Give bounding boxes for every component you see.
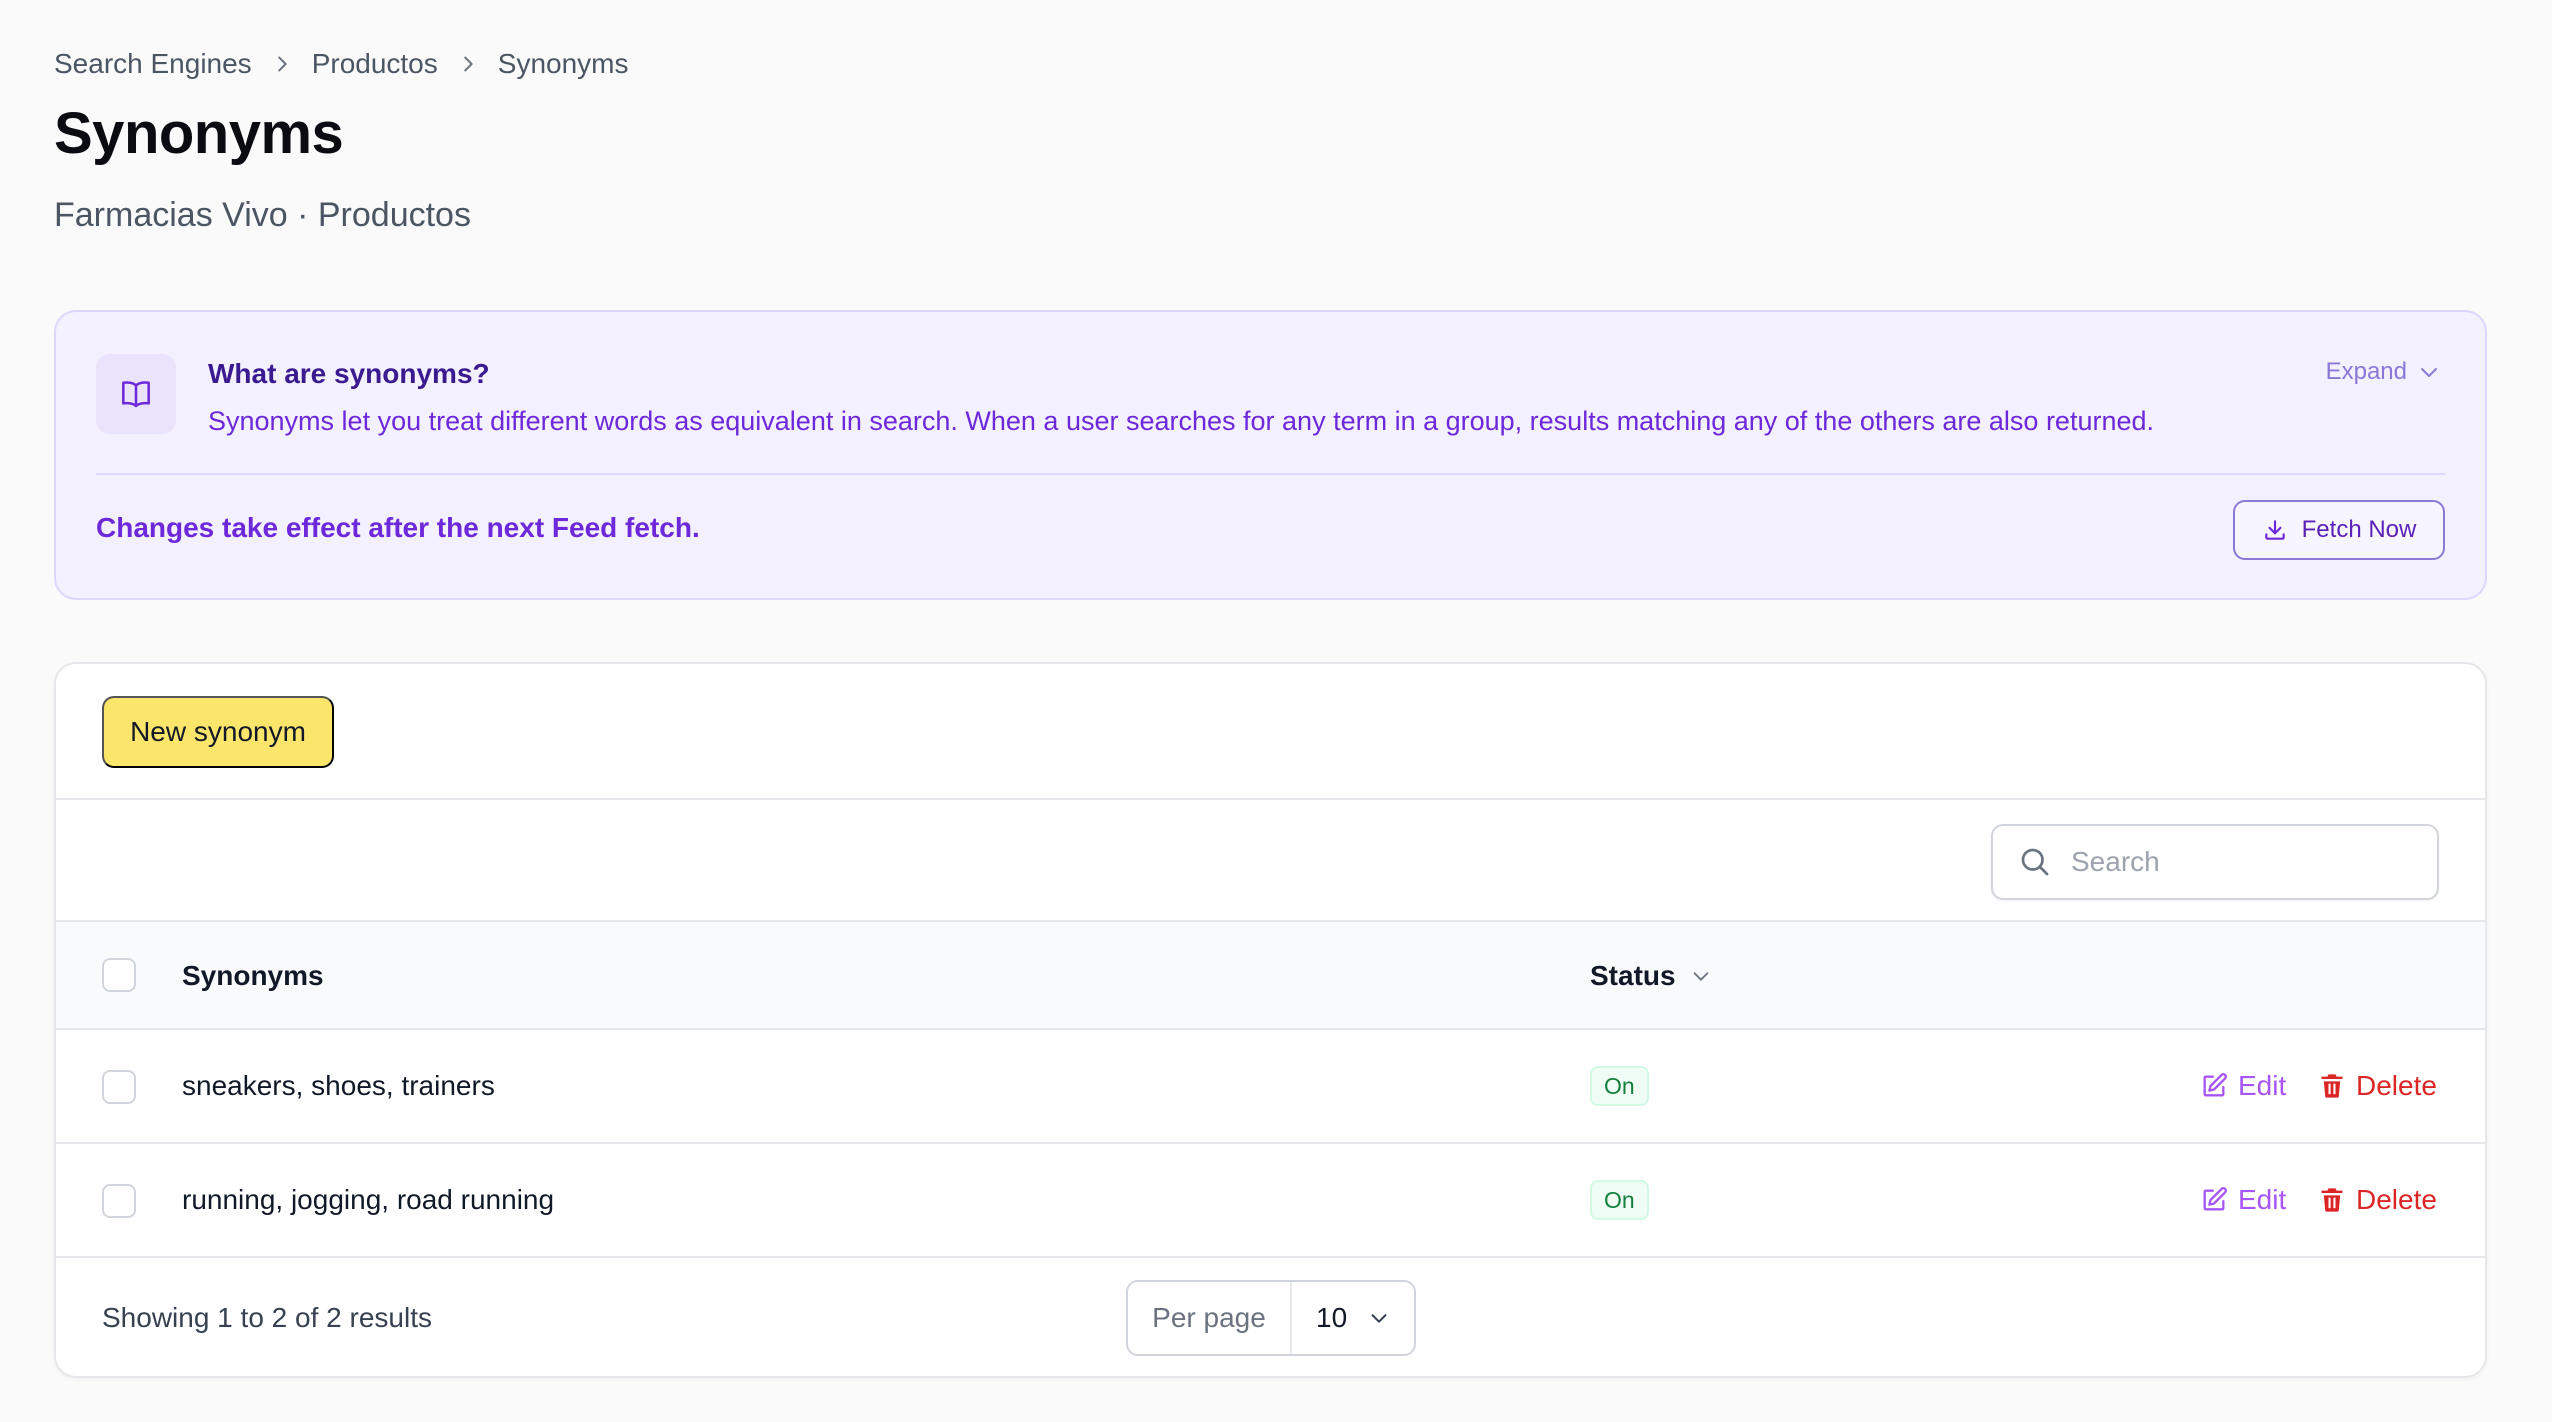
chevron-down-icon	[1371, 1314, 1387, 1323]
per-page-value: 10	[1316, 1302, 1348, 1333]
page: Search Engines Productos Synonyms Synony…	[0, 0, 2552, 1422]
download-icon	[2264, 520, 2285, 540]
info-title: What are synonyms?	[208, 358, 490, 389]
per-page-select[interactable]: 10	[1292, 1282, 1414, 1354]
column-header-status[interactable]: Status	[1590, 960, 1712, 992]
table-header: Synonyms Status	[56, 922, 2485, 1028]
synonyms-cell: running, jogging, road running	[182, 1184, 555, 1215]
per-page-selector: Per page 10	[1126, 1280, 1416, 1356]
delete-label: Delete	[2356, 1184, 2437, 1215]
status-badge: On	[1590, 1066, 1649, 1106]
info-description: Synonyms let you treat different words a…	[208, 406, 2155, 436]
trash-icon	[2321, 1188, 2343, 1212]
edit-button[interactable]: Edit	[2200, 1070, 2286, 1102]
page-subtitle: Farmacias Vivo · Productos	[54, 196, 471, 234]
results-summary: Showing 1 to 2 of 2 results	[102, 1302, 432, 1333]
book-open-icon	[96, 354, 176, 434]
search-icon	[2021, 848, 2049, 876]
info-note: Changes take effect after the next Feed …	[96, 512, 700, 543]
synonyms-table-card: New synonym Synonyms Status sneakers, sh…	[54, 662, 2487, 1378]
breadcrumb-productos[interactable]: Productos	[312, 48, 438, 80]
chevron-right-icon	[252, 53, 312, 75]
fetch-now-label: Fetch Now	[2301, 516, 2417, 543]
chevron-right-icon	[438, 53, 498, 75]
trash-icon	[2321, 1074, 2343, 1098]
divider	[56, 1256, 2485, 1258]
edit-icon	[2203, 1073, 2227, 1097]
search-input[interactable]	[2071, 846, 2401, 878]
divider	[56, 798, 2485, 800]
synonyms-cell: sneakers, shoes, trainers	[182, 1070, 495, 1101]
row-checkbox[interactable]	[102, 1184, 136, 1218]
edit-icon	[2203, 1187, 2227, 1211]
page-title: Synonyms	[54, 101, 344, 166]
breadcrumb: Search Engines Productos Synonyms	[54, 48, 628, 80]
table-row: running, jogging, road running On Edit D…	[56, 1144, 2485, 1256]
status-header-label: Status	[1590, 960, 1676, 991]
delete-button[interactable]: Delete	[2318, 1184, 2437, 1216]
edit-label: Edit	[2238, 1184, 2287, 1215]
info-panel: What are synonyms? Synonyms let you trea…	[54, 310, 2487, 600]
table-row: sneakers, shoes, trainers On Edit Delete	[56, 1030, 2485, 1142]
expand-button[interactable]: Expand	[2326, 358, 2441, 386]
chevron-down-icon	[1693, 972, 1708, 981]
search-box	[1991, 824, 2439, 900]
row-checkbox[interactable]	[102, 1070, 136, 1104]
breadcrumb-search-engines[interactable]: Search Engines	[54, 48, 252, 80]
breadcrumb-synonyms: Synonyms	[497, 48, 629, 79]
status-badge: On	[1590, 1180, 1649, 1220]
per-page-label: Per page	[1128, 1282, 1292, 1354]
info-divider	[96, 473, 2445, 475]
delete-label: Delete	[2356, 1070, 2437, 1101]
select-all-checkbox[interactable]	[102, 958, 136, 992]
fetch-now-button[interactable]: Fetch Now	[2233, 500, 2445, 560]
delete-button[interactable]: Delete	[2318, 1070, 2437, 1102]
expand-label: Expand	[2325, 358, 2407, 385]
chevron-down-icon	[2421, 368, 2437, 377]
new-synonym-button[interactable]: New synonym	[102, 696, 334, 768]
edit-button[interactable]: Edit	[2200, 1184, 2286, 1216]
column-header-synonyms: Synonyms	[182, 960, 324, 991]
edit-label: Edit	[2238, 1070, 2287, 1101]
